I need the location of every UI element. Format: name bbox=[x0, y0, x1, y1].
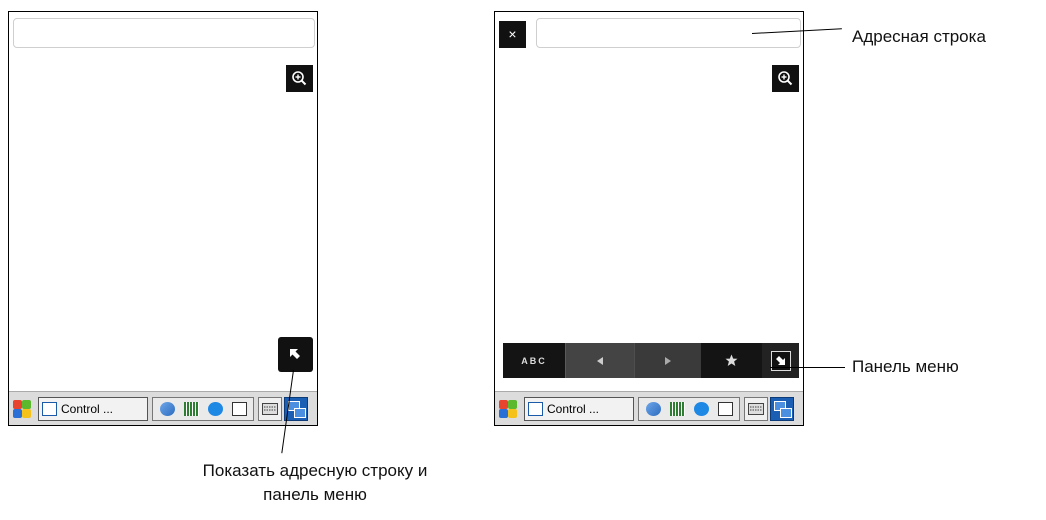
keyboard-icon[interactable] bbox=[744, 396, 768, 421]
control-panel-icon bbox=[42, 401, 57, 416]
system-tray bbox=[152, 396, 254, 421]
taskbar: Control ... bbox=[495, 391, 803, 425]
start-button[interactable] bbox=[12, 399, 32, 419]
internet-explorer-icon[interactable] bbox=[207, 401, 223, 416]
back-button[interactable] bbox=[565, 343, 634, 378]
zoom-in-icon bbox=[292, 71, 307, 86]
address-bar[interactable] bbox=[13, 18, 315, 48]
connection-icon[interactable] bbox=[645, 401, 661, 416]
system-tray bbox=[638, 396, 740, 421]
taskbar-task-button[interactable]: Control ... bbox=[38, 396, 148, 421]
triangle-left-icon bbox=[597, 356, 603, 365]
control-panel-icon bbox=[528, 401, 543, 416]
callout-show-bars: Показать адресную строку и панель меню bbox=[202, 461, 428, 504]
show-address-and-menu-button[interactable] bbox=[278, 337, 313, 372]
arrow-down-right-icon bbox=[775, 355, 785, 365]
signal-icon[interactable] bbox=[183, 401, 199, 416]
arrow-up-left-icon bbox=[290, 349, 300, 359]
taskbar-task-button[interactable]: Control ... bbox=[524, 396, 634, 421]
callout-menu-bar: Панель меню bbox=[852, 357, 959, 376]
star-icon bbox=[725, 354, 738, 366]
battery-icon[interactable] bbox=[231, 401, 247, 416]
device-screen-right: × ABC Control ... bbox=[494, 11, 804, 426]
favorites-button[interactable] bbox=[701, 343, 762, 378]
callout-leader-menu bbox=[770, 367, 845, 368]
close-button[interactable]: × bbox=[499, 21, 526, 48]
text-input-button[interactable]: ABC bbox=[503, 343, 565, 378]
menu-bar: ABC bbox=[503, 343, 799, 378]
start-button[interactable] bbox=[498, 399, 518, 419]
forward-button[interactable] bbox=[634, 343, 701, 378]
taskbar-task-label: Control ... bbox=[61, 401, 114, 416]
hide-bars-button[interactable] bbox=[762, 343, 799, 378]
signal-icon[interactable] bbox=[669, 401, 685, 416]
triangle-right-icon bbox=[665, 356, 671, 365]
keyboard-icon[interactable] bbox=[258, 396, 282, 421]
taskbar: Control ... bbox=[9, 391, 317, 425]
zoom-in-icon bbox=[778, 71, 793, 86]
text-input-label: ABC bbox=[521, 355, 547, 366]
zoom-button[interactable] bbox=[286, 65, 313, 92]
battery-icon[interactable] bbox=[717, 401, 733, 416]
zoom-button[interactable] bbox=[772, 65, 799, 92]
connection-icon[interactable] bbox=[159, 401, 175, 416]
taskbar-task-label: Control ... bbox=[547, 401, 600, 416]
callout-address-bar: Адресная строка bbox=[852, 27, 986, 46]
windows-switch-icon[interactable] bbox=[770, 396, 794, 421]
internet-explorer-icon[interactable] bbox=[693, 401, 709, 416]
device-screen-left: Control ... bbox=[8, 11, 318, 426]
